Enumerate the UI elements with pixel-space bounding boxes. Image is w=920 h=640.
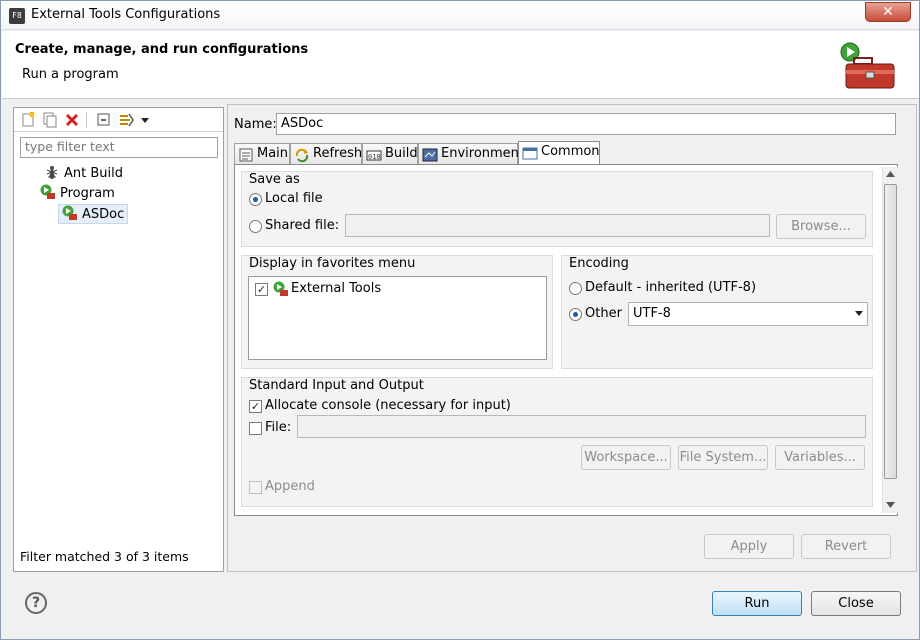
dialog-header: Create, manage, and run configurations R…	[2, 31, 919, 99]
refresh-tab-icon	[295, 148, 309, 163]
external-tools-dialog: F8 External Tools Configurations ✕ Creat…	[0, 0, 920, 640]
shared-file-label: Shared file:	[265, 218, 340, 233]
tab-environment[interactable]: Environment	[418, 143, 524, 165]
tab-refresh[interactable]: Refresh	[290, 143, 362, 165]
run-button[interactable]: Run	[712, 591, 802, 616]
shared-file-input[interactable]	[345, 214, 770, 237]
header-title: Create, manage, and run configurations	[15, 42, 309, 57]
filter-status: Filter matched 3 of 3 items	[20, 549, 189, 564]
output-file-checkbox[interactable]	[249, 422, 262, 435]
tab-label: Refresh	[313, 146, 363, 161]
tab-common[interactable]: Common	[518, 141, 600, 165]
app-icon: F8	[9, 8, 25, 24]
output-file-label: File:	[265, 420, 292, 435]
standard-io-group: Standard Input and Output ✓ Allocate con…	[241, 377, 873, 507]
name-input[interactable]: ASDoc	[276, 113, 896, 135]
build-tab-icon: 010	[366, 150, 382, 161]
chevron-down-icon[interactable]	[140, 112, 150, 128]
tab-label: Main	[257, 146, 289, 161]
header-subtitle: Run a program	[22, 67, 119, 82]
other-encoding-radio[interactable]	[569, 308, 582, 321]
tab-build[interactable]: 010 Build	[362, 143, 418, 165]
tree-item-label: Ant Build	[64, 166, 123, 181]
default-encoding-label: Default - inherited (UTF-8)	[585, 280, 757, 295]
tree-item-asdoc[interactable]: ASDoc	[58, 204, 129, 224]
browse-button[interactable]: Browse...	[776, 214, 866, 239]
default-encoding-radio[interactable]	[569, 282, 582, 295]
encoding-group: Encoding Default - inherited (UTF-8) Oth…	[561, 255, 873, 369]
common-tab-content: Save as Local file Shared file: Browse..…	[234, 164, 898, 516]
file-system-button[interactable]: File System...	[678, 445, 768, 470]
duplicate-icon[interactable]	[42, 112, 58, 128]
window-title: External Tools Configurations	[31, 7, 221, 22]
vertical-scrollbar[interactable]	[882, 167, 898, 513]
encoding-value: UTF-8	[633, 306, 671, 321]
main-tab-icon	[239, 148, 253, 162]
help-icon[interactable]: ?	[25, 592, 47, 614]
revert-button[interactable]: Revert	[801, 534, 891, 559]
save-as-group: Save as Local file Shared file: Browse..…	[241, 171, 873, 247]
chevron-down-icon	[855, 311, 863, 316]
filter-input[interactable]: type filter text	[20, 137, 218, 158]
filter-configurations-icon[interactable]	[118, 112, 134, 128]
tab-label: Environment	[441, 146, 525, 161]
program-run-icon	[40, 184, 55, 199]
apply-button[interactable]: Apply	[704, 534, 794, 559]
other-encoding-label: Other	[585, 306, 622, 321]
scroll-up-icon[interactable]	[886, 171, 895, 177]
tab-label: Common	[541, 144, 600, 159]
tree-item-label: ASDoc	[82, 207, 125, 222]
scroll-thumb[interactable]	[884, 184, 897, 479]
environment-tab-icon	[422, 148, 438, 162]
allocate-console-label: Allocate console (necessary for input)	[265, 398, 511, 413]
common-tab-icon	[522, 147, 538, 160]
tree-item-ant-build[interactable]: Ant Build	[44, 164, 123, 184]
tab-label: Build	[385, 146, 418, 161]
toolbar-divider	[86, 112, 87, 128]
svg-text:010: 010	[368, 153, 381, 161]
tree-item-label: Program	[60, 186, 115, 201]
close-button[interactable]: Close	[811, 591, 901, 616]
configuration-list-panel: type filter text Ant Build Program ASDoc…	[13, 107, 224, 572]
external-tools-label: External Tools	[291, 281, 382, 296]
encoding-select[interactable]: UTF-8	[628, 302, 868, 326]
ant-icon	[46, 166, 58, 179]
list-toolbar	[14, 108, 223, 132]
append-checkbox[interactable]	[249, 481, 262, 494]
external-tools-icon	[273, 281, 288, 296]
favorites-group: Display in favorites menu ✓ External Too…	[241, 255, 553, 369]
standard-io-title: Standard Input and Output	[249, 378, 424, 393]
external-tools-checkbox[interactable]: ✓	[255, 283, 268, 296]
tab-main[interactable]: Main	[234, 143, 290, 165]
variables-button[interactable]: Variables...	[775, 445, 865, 470]
output-file-input[interactable]	[297, 415, 866, 438]
save-as-title: Save as	[249, 172, 300, 187]
config-tabs: Main Refresh 010 Build Environment Common	[234, 141, 898, 165]
configuration-editor: Name: ASDoc Main Refresh 010 Build Enviro…	[227, 104, 917, 572]
delete-icon[interactable]	[64, 112, 80, 128]
encoding-title: Encoding	[569, 256, 629, 271]
favorites-title: Display in favorites menu	[249, 256, 416, 271]
window-close-button[interactable]: ✕	[865, 2, 911, 22]
shared-file-radio[interactable]	[249, 220, 262, 233]
favorites-list: ✓ External Tools	[248, 276, 547, 360]
local-file-radio[interactable]	[249, 193, 262, 206]
program-config-icon	[62, 205, 77, 220]
title-bar: F8 External Tools Configurations ✕	[1, 1, 919, 30]
workspace-button[interactable]: Workspace...	[581, 445, 671, 470]
scroll-down-icon[interactable]	[886, 502, 895, 508]
new-configuration-icon[interactable]	[20, 112, 36, 128]
collapse-all-icon[interactable]	[96, 112, 112, 128]
local-file-label: Local file	[265, 191, 323, 206]
name-label: Name:	[234, 117, 277, 132]
tree-item-program[interactable]: Program	[40, 184, 115, 204]
allocate-console-checkbox[interactable]: ✓	[249, 400, 262, 413]
append-label: Append	[265, 479, 315, 494]
toolbox-icon	[840, 42, 895, 89]
